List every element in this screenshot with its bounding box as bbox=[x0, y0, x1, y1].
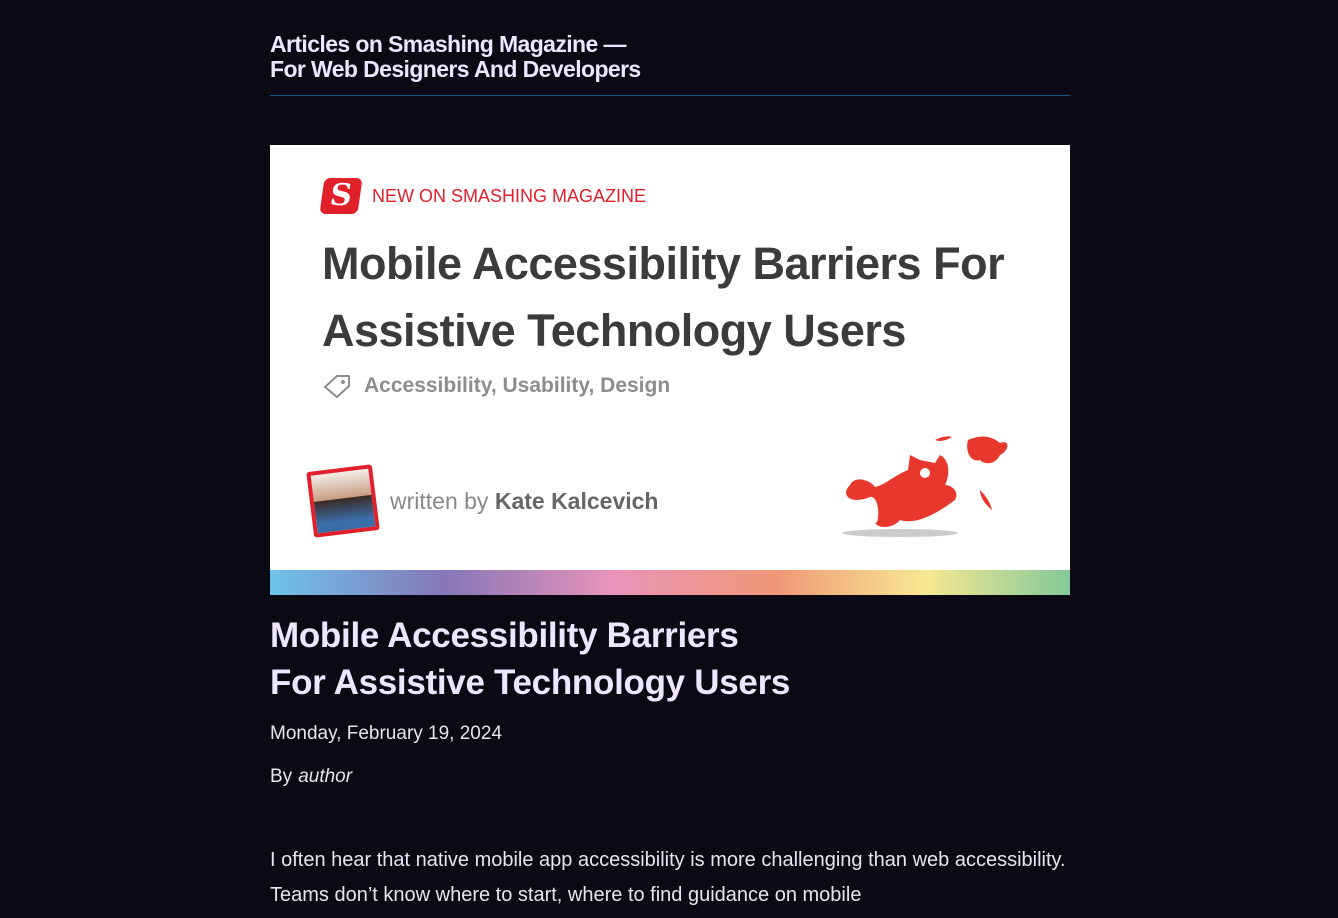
article-date: Monday, February 19, 2024 bbox=[270, 723, 503, 744]
rainbow-bar bbox=[270, 570, 1070, 595]
written-by: written by Kate Kalcevich bbox=[390, 488, 658, 515]
site-title-line2[interactable]: For Web Designers And Developers bbox=[270, 57, 1070, 82]
article-title[interactable]: Mobile Accessibility Barriers For Assist… bbox=[270, 612, 790, 706]
hero-image: S NEW ON SMASHING MAGAZINE Mobile Access… bbox=[270, 145, 1070, 595]
article-title-line2[interactable]: For Assistive Technology Users bbox=[270, 659, 790, 706]
article-author: author bbox=[298, 766, 353, 787]
kicker-text: NEW ON SMASHING MAGAZINE bbox=[372, 185, 647, 206]
header-divider bbox=[270, 95, 1070, 96]
smashing-logo-icon: S bbox=[319, 178, 363, 214]
tags-text: Accessibility, Usability, Design bbox=[364, 374, 671, 397]
author-name: Kate Kalcevich bbox=[494, 487, 659, 514]
page: Articles on Smashing Magazine — For Web … bbox=[270, 0, 1070, 906]
hero-title: Mobile Accessibility Barriers For Assist… bbox=[322, 238, 1005, 356]
hero-tags: Accessibility, Usability, Design bbox=[322, 373, 670, 399]
cat-mascot-icon bbox=[842, 436, 1008, 537]
tag-icon bbox=[324, 375, 350, 398]
article-title-line1[interactable]: Mobile Accessibility Barriers bbox=[270, 612, 790, 659]
article-byline: By author bbox=[270, 766, 352, 788]
hero-author: written by Kate Kalcevich bbox=[306, 464, 658, 538]
article-body: I often hear that native mobile app acce… bbox=[270, 849, 1066, 906]
hero-kicker: S NEW ON SMASHING MAGAZINE bbox=[319, 178, 647, 214]
site-title-line1[interactable]: Articles on Smashing Magazine — bbox=[270, 32, 1070, 57]
author-avatar bbox=[306, 464, 380, 538]
site-title[interactable]: Articles on Smashing Magazine — For Web … bbox=[270, 32, 1070, 82]
written-by-label: written by bbox=[390, 487, 489, 514]
by-label: By bbox=[270, 766, 293, 787]
